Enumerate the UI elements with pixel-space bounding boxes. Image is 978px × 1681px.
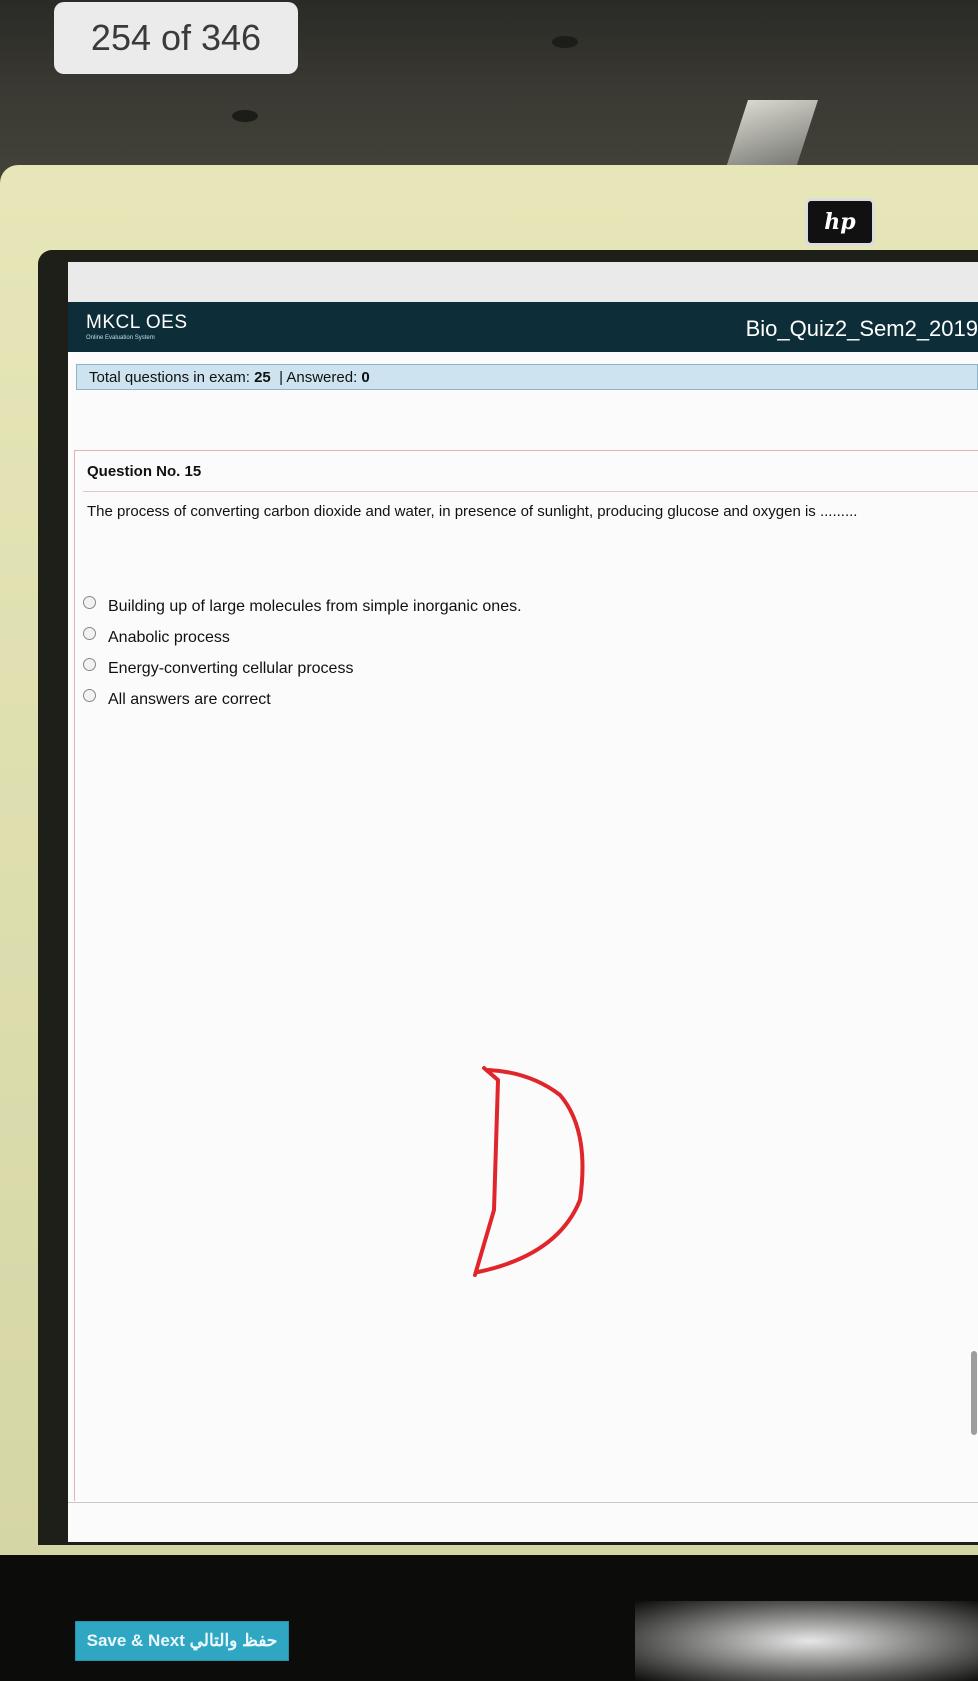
ceiling-light bbox=[552, 36, 578, 48]
radio-button[interactable] bbox=[83, 627, 96, 640]
hp-logo: hp bbox=[805, 198, 875, 246]
brand-subtitle: Online Evaluation System bbox=[86, 335, 155, 341]
answer-option[interactable]: Anabolic process bbox=[83, 622, 522, 653]
option-label: Building up of large molecules from simp… bbox=[108, 597, 522, 615]
scrollbar[interactable] bbox=[971, 1351, 977, 1435]
image-counter: 254 of 346 bbox=[54, 2, 298, 74]
option-label: Anabolic process bbox=[108, 628, 230, 646]
exam-page: MKCL OES Online Evaluation System Bio_Qu… bbox=[68, 262, 978, 1681]
option-label: All answers are correct bbox=[108, 690, 271, 708]
handwritten-d-annotation bbox=[473, 1066, 585, 1277]
answer-option[interactable]: All answers are correct bbox=[83, 684, 522, 715]
question-text: The process of converting carbon dioxide… bbox=[87, 503, 858, 520]
answer-option[interactable]: Building up of large molecules from simp… bbox=[83, 591, 522, 622]
radio-button[interactable] bbox=[83, 658, 96, 671]
radio-button[interactable] bbox=[83, 596, 96, 609]
total-value: 25 bbox=[254, 369, 271, 386]
question-number: Question No. 15 bbox=[87, 463, 202, 480]
save-next-button[interactable]: Save & Next حفظ والتالي bbox=[75, 1621, 289, 1661]
answer-option[interactable]: Energy-converting cellular process bbox=[83, 653, 522, 684]
brand-logo: MKCL OES Online Evaluation System bbox=[86, 312, 188, 341]
ceiling-light bbox=[232, 110, 258, 122]
total-label: Total questions in exam: bbox=[89, 369, 250, 386]
exam-title: Bio_Quiz2_Sem2_2019 bbox=[745, 316, 978, 341]
app-header: MKCL OES Online Evaluation System Bio_Qu… bbox=[68, 302, 978, 352]
screen-glare bbox=[635, 1601, 978, 1681]
answer-options: Building up of large molecules from simp… bbox=[83, 591, 522, 715]
divider bbox=[68, 1502, 978, 1503]
radio-button[interactable] bbox=[83, 689, 96, 702]
monitor-screen: MKCL OES Online Evaluation System Bio_Qu… bbox=[38, 250, 978, 1681]
divider bbox=[83, 491, 978, 492]
brand-name: MKCL OES bbox=[86, 312, 188, 333]
answered-value: 0 bbox=[361, 369, 370, 386]
answered-label: | Answered: bbox=[279, 369, 358, 386]
browser-strip bbox=[68, 262, 978, 303]
question-panel: Question No. 15 The process of convertin… bbox=[74, 450, 978, 1681]
option-label: Energy-converting cellular process bbox=[108, 659, 354, 677]
exam-status-bar: Total questions in exam: 25 | Answered: … bbox=[76, 364, 978, 390]
